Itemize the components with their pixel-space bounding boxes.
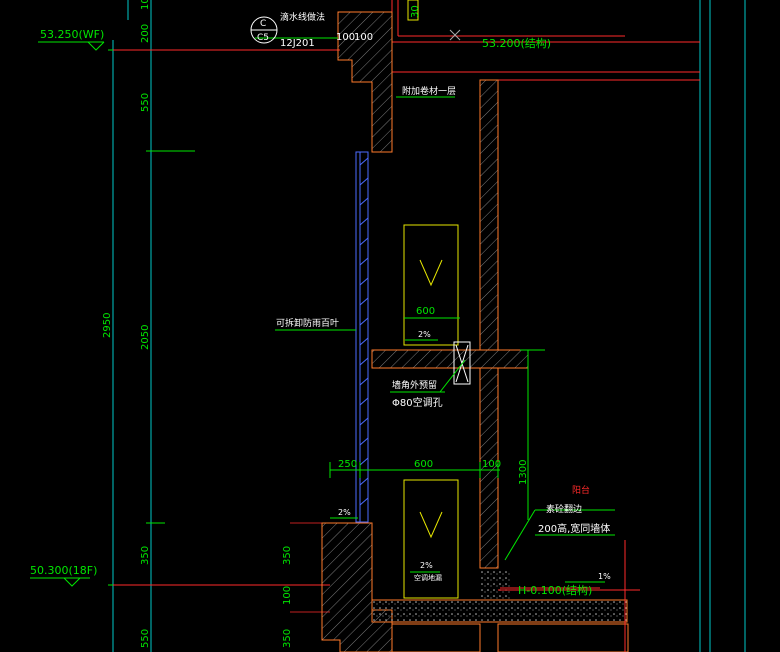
- detail-ref-bottom: C5: [257, 33, 269, 43]
- leaders: [255, 37, 615, 561]
- curb-concrete: [321, 522, 393, 652]
- level-floor-struct: H-0.100(结构): [518, 583, 592, 597]
- slope-3: 2%: [420, 561, 433, 570]
- note-louver: 可拆卸防雨百叶: [276, 317, 339, 329]
- dim-v-2950: 2950: [102, 313, 113, 338]
- dim-v-200: 200: [140, 24, 151, 43]
- slope-1: 2%: [418, 330, 431, 339]
- dim-v-550-b: 550: [140, 629, 151, 648]
- dim-top-100-b: 100: [354, 32, 373, 43]
- note-drain: 空调地漏: [414, 573, 442, 582]
- dim-h-250: 250: [338, 459, 357, 470]
- dim-v-top: 100: [140, 0, 151, 10]
- level-floor-label: 50.300(18F): [30, 564, 97, 577]
- dim-v-100: 100: [282, 586, 293, 605]
- mid-slab: [371, 349, 529, 369]
- dim-v-350-b: 350: [282, 546, 293, 565]
- dim-v-1300: 1300: [518, 460, 529, 485]
- dim-v-350: 350: [140, 546, 151, 565]
- note-balcony: 阳台: [572, 484, 590, 496]
- dim-v-2050: 2050: [140, 325, 151, 350]
- level-top-label: 53.250(WF): [40, 28, 104, 41]
- detail-ref-title: 滴水线做法: [280, 11, 325, 23]
- dim-h-100: 100: [482, 459, 501, 470]
- wall-upper: [479, 79, 499, 351]
- dim-h-600-upper: 600: [416, 306, 435, 317]
- ac-unit-upper: [403, 224, 459, 346]
- slope-4: 1%: [598, 572, 611, 581]
- level-marker-floor: [30, 577, 90, 587]
- level-marker-top: [38, 41, 105, 51]
- detail-ref-top: C: [260, 19, 266, 29]
- note-additional-layer: 附加卷材一层: [402, 85, 456, 97]
- note-wall-hole-2: Φ80空调孔: [392, 396, 443, 409]
- dim-v-550: 550: [140, 93, 151, 112]
- detail-ref-std: 12J201: [280, 38, 315, 49]
- bottom-slab: [371, 599, 628, 623]
- dim-v-30: 30: [410, 5, 421, 18]
- level-struct-top: 53.200(结构): [482, 36, 551, 50]
- note-wall-hole-1: 墙角外预留: [392, 379, 437, 391]
- note-balcony-1: 素砼翻边: [546, 503, 582, 515]
- note-balcony-2: 200高,宽同墙体: [538, 522, 610, 535]
- slope-2: 2%: [338, 508, 351, 517]
- dim-h-600: 600: [414, 459, 433, 470]
- dim-v-350-c: 350: [282, 629, 293, 648]
- dim-top-100-a: 100: [336, 32, 355, 43]
- section-drawing: 53.250(WF) 53.200(结构) 50.300(18F) H-0.10…: [30, 0, 746, 652]
- louver: [355, 151, 369, 523]
